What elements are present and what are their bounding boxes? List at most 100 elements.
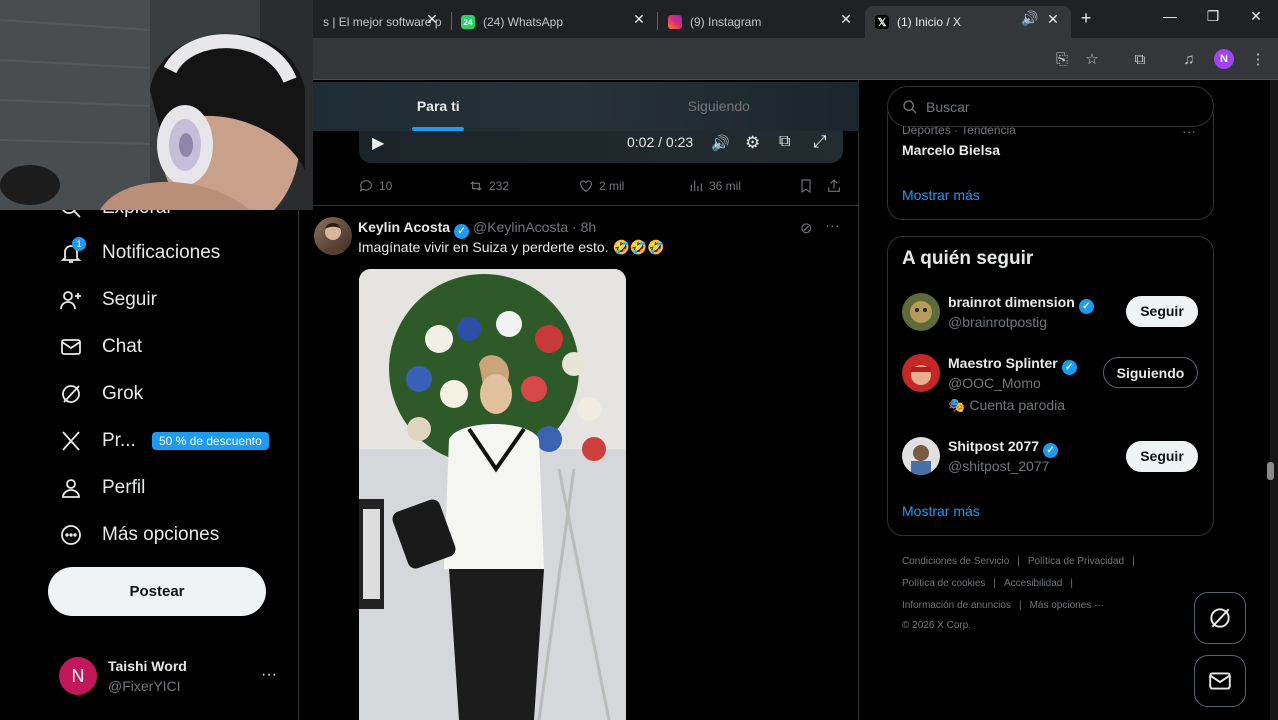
footer-link[interactable]: Política de cookies xyxy=(902,578,985,589)
speaker-icon[interactable]: 🔊 xyxy=(1018,10,1042,27)
minimize-icon[interactable]: — xyxy=(1158,8,1182,24)
share-button[interactable] xyxy=(826,178,847,194)
person-add-icon xyxy=(58,287,84,313)
user-name[interactable]: Taishi Word xyxy=(108,658,187,674)
tweet-author[interactable]: Keylin Acosta ✓ xyxy=(358,219,470,239)
trends-show-more-link[interactable]: Mostrar más xyxy=(902,187,980,203)
footer-link[interactable]: Más opciones ··· xyxy=(1030,600,1104,611)
nav-label: Grok xyxy=(102,383,144,404)
account-handle[interactable]: @brainrotpostig xyxy=(948,314,1047,330)
author-name: Keylin Acosta xyxy=(358,219,451,235)
window-close-icon[interactable]: ✕ xyxy=(1244,8,1268,25)
messages-fab-button[interactable] xyxy=(1194,655,1246,707)
nav-more-options[interactable]: Más opciones xyxy=(58,522,219,548)
reply-button[interactable]: 10 xyxy=(358,178,392,194)
tweet-avatar[interactable] xyxy=(314,217,352,255)
follow-button[interactable]: Seguir xyxy=(1126,296,1198,327)
like-count: 2 mil xyxy=(599,179,625,193)
verified-badge-icon: ✓ xyxy=(1061,360,1077,375)
account-name[interactable]: brainrot dimension ✓ xyxy=(948,294,1094,314)
nav-profile[interactable]: Perfil xyxy=(58,475,145,501)
search-input[interactable] xyxy=(926,98,1186,115)
tab-close-icon[interactable]: ✕ xyxy=(420,11,444,28)
reply-count: 10 xyxy=(379,179,393,193)
account-name[interactable]: Shitpost 2077 ✓ xyxy=(948,438,1059,458)
grok-icon xyxy=(1210,608,1230,628)
tab-whatsapp[interactable]: 24 (24) WhatsApp xyxy=(451,6,656,38)
nav-label: Seguir xyxy=(102,289,157,310)
views-button[interactable]: 36 mil xyxy=(688,178,741,194)
tab-label: Siguiendo xyxy=(687,98,750,114)
tab-title: (1) Inicio / X xyxy=(897,15,962,29)
volume-icon[interactable]: 🔊 xyxy=(711,134,730,152)
nav-chat[interactable]: Chat xyxy=(58,334,142,360)
footer-line: Información de anuncios | Más opciones ··· xyxy=(902,600,1105,611)
scrollbar-thumb[interactable] xyxy=(1267,462,1274,480)
copyright: © 2026 X Corp. xyxy=(902,620,972,631)
account-avatar[interactable] xyxy=(902,354,940,392)
x-icon: 𝕏 xyxy=(875,15,889,29)
tab-for-you[interactable]: Para ti xyxy=(298,82,579,131)
tab-close-icon[interactable]: ✕ xyxy=(627,11,651,28)
bookmark-star-icon[interactable]: ☆ xyxy=(1082,50,1102,70)
footer-line: Política de cookies | Accesibilidad | xyxy=(902,578,1073,589)
webcam-overlay xyxy=(0,0,313,210)
tab-instagram[interactable]: (9) Instagram xyxy=(658,6,863,38)
share-icon xyxy=(828,179,840,192)
nav-label: Notificaciones xyxy=(102,242,221,263)
account-avatar[interactable] xyxy=(902,293,940,331)
account-handle[interactable]: @shitpost_2077 xyxy=(948,458,1049,474)
tweet-more-icon[interactable]: ··· xyxy=(825,217,840,234)
tweet-video-media[interactable] xyxy=(359,269,626,720)
trend-name[interactable]: Marcelo Bielsa xyxy=(902,142,1000,158)
parody-label: 🎭 Cuenta parodia xyxy=(948,397,1065,414)
install-app-icon[interactable]: ⎘ xyxy=(1052,50,1072,70)
grok-explain-icon[interactable]: ⊘ xyxy=(800,219,813,237)
browser-menu-icon[interactable]: ⋮ xyxy=(1248,50,1268,70)
footer-link[interactable]: Política de Privacidad xyxy=(1028,556,1124,567)
profile-avatar[interactable]: N xyxy=(1214,49,1234,69)
restore-icon[interactable]: ❐ xyxy=(1201,8,1225,25)
tweet-handle[interactable]: @KeylinAcosta · 8h xyxy=(473,219,596,235)
nav-follow[interactable]: Seguir xyxy=(58,287,157,313)
grok-fab-button[interactable] xyxy=(1194,592,1246,644)
nav-grok[interactable]: Grok xyxy=(58,381,143,407)
extensions-icon[interactable]: ⧉ xyxy=(1130,50,1150,70)
media-control-icon[interactable]: ♫ xyxy=(1179,50,1199,70)
account-more-icon[interactable]: ··· xyxy=(261,666,277,684)
view-count: 36 mil xyxy=(709,179,742,193)
user-avatar[interactable]: N xyxy=(59,657,97,695)
new-tab-icon[interactable]: + xyxy=(1074,8,1098,29)
account-handle[interactable]: @OOC_Momo xyxy=(948,375,1041,391)
account-name[interactable]: Maestro Splinter ✓ xyxy=(948,355,1077,375)
account-name-text: Maestro Splinter xyxy=(948,355,1058,371)
following-button[interactable]: Siguiendo xyxy=(1103,357,1198,388)
play-icon[interactable]: ▶ xyxy=(372,133,384,153)
fullscreen-icon[interactable]: ⤢ xyxy=(813,132,827,152)
account-avatar[interactable] xyxy=(902,437,940,475)
post-button[interactable]: Postear xyxy=(48,567,266,616)
tab-following[interactable]: Siguiendo xyxy=(579,82,860,131)
settings-gear-icon[interactable]: ⚙ xyxy=(745,133,760,153)
popout-icon[interactable]: ⧉ xyxy=(779,133,790,151)
page-scrollbar[interactable] xyxy=(1270,80,1278,720)
tab-close-icon[interactable]: ✕ xyxy=(834,11,858,28)
video-time: 0:02 / 0:23 xyxy=(627,134,694,150)
follow-button[interactable]: Seguir xyxy=(1126,441,1198,472)
nav-premium[interactable]: Pr... xyxy=(58,428,136,454)
search-box[interactable] xyxy=(887,86,1214,127)
footer-link[interactable]: Condiciones de Servicio xyxy=(902,556,1009,567)
tweet-text: Imagínate vivir en Suiza y perderte esto… xyxy=(358,239,665,255)
tab-close-icon[interactable]: ✕ xyxy=(1041,11,1065,28)
footer-link[interactable]: Información de anuncios xyxy=(902,600,1011,611)
reply-icon xyxy=(359,180,372,192)
footer-link[interactable]: Accesibilidad xyxy=(1004,578,1062,589)
account-name-text: Shitpost 2077 xyxy=(948,438,1040,454)
follow-show-more-link[interactable]: Mostrar más xyxy=(902,503,980,519)
bookmark-button[interactable] xyxy=(798,178,819,194)
repost-button[interactable]: 232 xyxy=(468,178,509,194)
like-button[interactable]: 2 mil xyxy=(578,178,624,194)
tweet-divider xyxy=(298,205,859,206)
user-handle[interactable]: @FixerYICI xyxy=(108,678,181,694)
verified-badge-icon: ✓ xyxy=(1043,443,1059,458)
